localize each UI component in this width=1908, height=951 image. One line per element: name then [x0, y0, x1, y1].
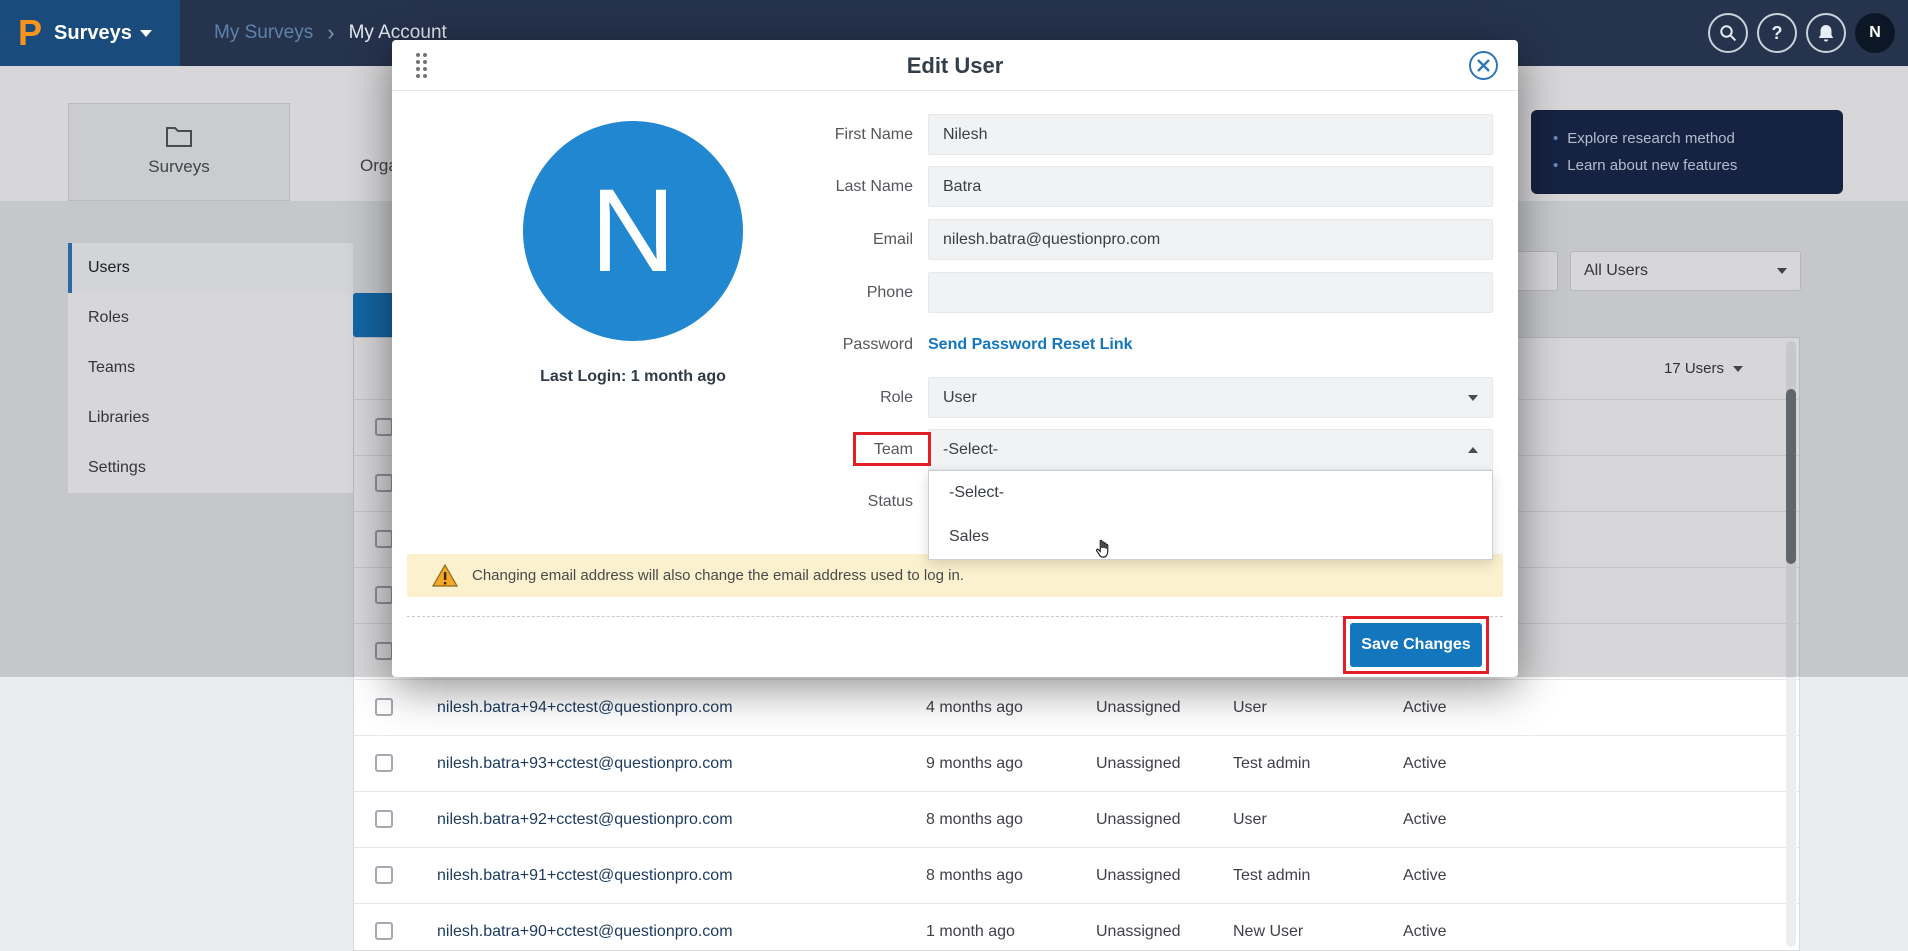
last-login-cell: 9 months ago — [926, 736, 1023, 792]
chevron-down-icon — [1468, 395, 1478, 401]
user-email-link[interactable]: nilesh.batra+91+cctest@questionpro.com — [437, 848, 733, 904]
group-cell: Unassigned — [1096, 736, 1181, 792]
table-row: nilesh.batra+94+cctest@questionpro.com 4… — [354, 679, 1799, 735]
table-row: nilesh.batra+91+cctest@questionpro.com 8… — [354, 847, 1799, 903]
search-icon — [1719, 24, 1737, 42]
email-field[interactable]: nilesh.batra@questionpro.com — [928, 219, 1493, 260]
drag-handle-icon[interactable] — [416, 53, 427, 78]
mouse-cursor-icon — [1092, 538, 1114, 567]
team-option-sales[interactable]: Sales — [929, 515, 1492, 559]
team-select-value: -Select- — [943, 441, 998, 458]
team-option-select[interactable]: -Select- — [929, 471, 1492, 515]
role-select-value: User — [943, 389, 977, 406]
warning-banner: Changing email address will also change … — [407, 554, 1503, 597]
bell-icon — [1817, 24, 1835, 43]
phone-field[interactable] — [928, 272, 1493, 313]
table-row: nilesh.batra+92+cctest@questionpro.com 8… — [354, 791, 1799, 847]
status-cell: Active — [1403, 848, 1447, 904]
app-screen: P Surveys My Surveys › My Account ? N — [0, 0, 1908, 951]
user-email-link[interactable]: nilesh.batra+93+cctest@questionpro.com — [437, 736, 733, 792]
status-label: Status — [672, 481, 913, 522]
last-login-cell: 8 months ago — [926, 792, 1023, 848]
role-select[interactable]: User — [928, 377, 1493, 418]
role-cell: User — [1233, 680, 1267, 736]
status-cell: Active — [1403, 904, 1447, 951]
role-cell: Test admin — [1233, 736, 1310, 792]
warning-icon — [432, 564, 458, 587]
group-cell: Unassigned — [1096, 848, 1181, 904]
row-checkbox[interactable] — [375, 754, 393, 772]
breadcrumb-separator: › — [327, 22, 334, 44]
table-row: nilesh.batra+90+cctest@questionpro.com 1… — [354, 903, 1799, 951]
close-button[interactable] — [1469, 51, 1498, 80]
notifications-button[interactable] — [1806, 13, 1846, 53]
warning-text: Changing email address will also change … — [472, 567, 964, 584]
status-cell: Active — [1403, 736, 1447, 792]
team-select[interactable]: -Select- — [928, 429, 1493, 470]
first-name-field[interactable]: Nilesh — [928, 114, 1493, 155]
team-dropdown-menu: -Select- Sales — [928, 470, 1493, 560]
row-checkbox[interactable] — [375, 810, 393, 828]
chevron-up-icon — [1468, 447, 1478, 453]
breadcrumb-my-surveys[interactable]: My Surveys — [214, 22, 313, 44]
role-cell: New User — [1233, 904, 1303, 951]
footer-divider — [407, 616, 1503, 617]
questionpro-logo-icon: P — [18, 15, 42, 51]
close-icon — [1477, 59, 1490, 72]
role-cell: Test admin — [1233, 848, 1310, 904]
modal-header: Edit User — [392, 40, 1518, 91]
user-email-link[interactable]: nilesh.batra+94+cctest@questionpro.com — [437, 680, 733, 736]
navbar-icons: ? N — [1708, 13, 1908, 53]
last-name-label: Last Name — [672, 166, 913, 207]
group-cell: Unassigned — [1096, 792, 1181, 848]
avatar-initial: N — [590, 163, 675, 299]
group-cell: Unassigned — [1096, 680, 1181, 736]
status-cell: Active — [1403, 680, 1447, 736]
product-menu[interactable]: P Surveys — [0, 0, 180, 66]
last-name-field[interactable]: Batra — [928, 166, 1493, 207]
row-checkbox[interactable] — [375, 866, 393, 884]
chevron-down-icon — [140, 30, 152, 37]
avatar-initial: N — [1869, 24, 1881, 42]
user-email-link[interactable]: nilesh.batra+90+cctest@questionpro.com — [437, 904, 733, 951]
help-button[interactable]: ? — [1757, 13, 1797, 53]
search-button[interactable] — [1708, 13, 1748, 53]
email-label: Email — [672, 219, 913, 260]
product-menu-text: Surveys — [54, 22, 132, 45]
last-login-cell: 4 months ago — [926, 680, 1023, 736]
row-checkbox[interactable] — [375, 922, 393, 940]
question-mark-icon: ? — [1772, 23, 1783, 44]
edit-user-modal: Edit User N Last Login: 1 month ago Firs… — [392, 40, 1518, 677]
phone-label: Phone — [672, 272, 913, 313]
first-name-label: First Name — [672, 114, 913, 155]
role-cell: User — [1233, 792, 1267, 848]
row-checkbox[interactable] — [375, 698, 393, 716]
team-label: Team — [672, 429, 913, 470]
role-label: Role — [672, 377, 913, 418]
modal-title: Edit User — [392, 40, 1518, 91]
save-changes-button[interactable]: Save Changes — [1350, 623, 1482, 667]
status-cell: Active — [1403, 792, 1447, 848]
last-login-cell: 1 month ago — [926, 904, 1015, 951]
password-label: Password — [672, 324, 913, 365]
send-password-reset-link[interactable]: Send Password Reset Link — [928, 324, 1133, 365]
user-avatar-menu[interactable]: N — [1855, 13, 1895, 53]
group-cell: Unassigned — [1096, 904, 1181, 951]
table-row: nilesh.batra+93+cctest@questionpro.com 9… — [354, 735, 1799, 791]
user-email-link[interactable]: nilesh.batra+92+cctest@questionpro.com — [437, 792, 733, 848]
product-menu-label: Surveys — [54, 22, 152, 45]
last-login-cell: 8 months ago — [926, 848, 1023, 904]
